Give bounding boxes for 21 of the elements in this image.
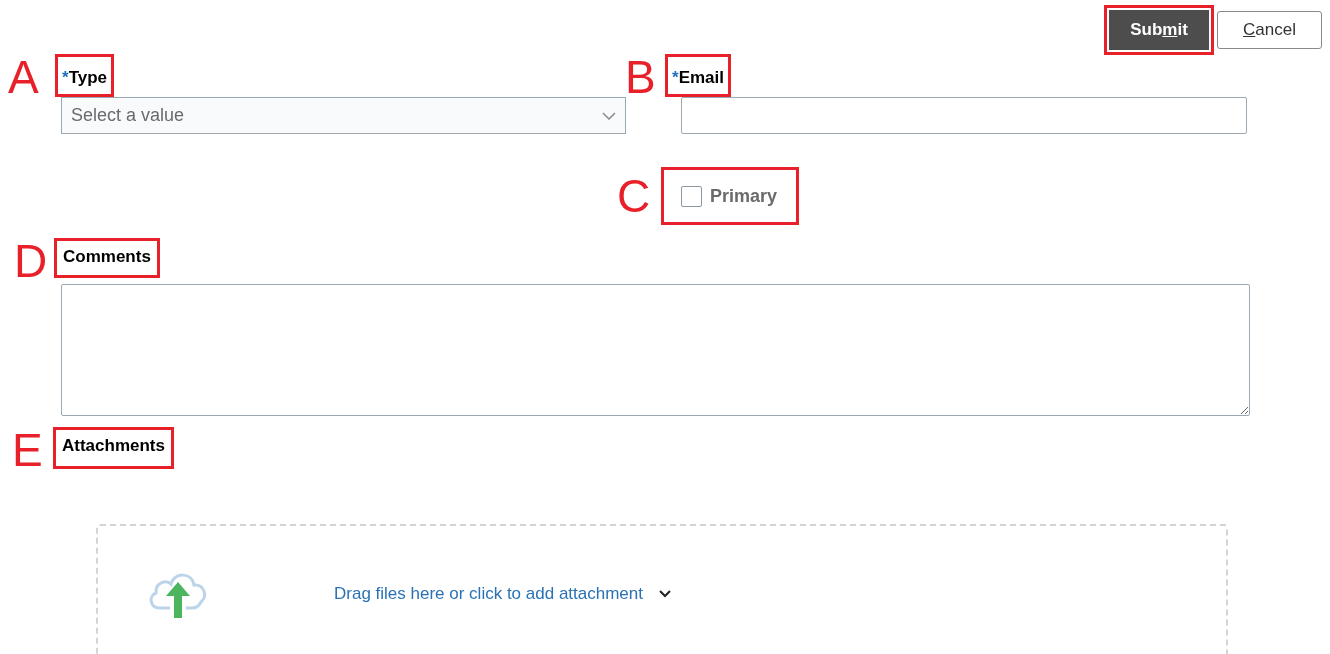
- checkbox[interactable]: [681, 185, 702, 207]
- annotation-letter: E: [12, 424, 43, 476]
- field-label: *Type: [62, 66, 108, 89]
- chevron-down-icon: [659, 590, 671, 598]
- submit-button[interactable]: Submit: [1109, 10, 1209, 50]
- select-field[interactable]: Select a value: [61, 97, 626, 134]
- annotation-letter: A: [8, 51, 39, 103]
- annotation-letter: C: [617, 170, 651, 222]
- checkbox-label: Primary: [710, 184, 778, 208]
- field-label: Comments: [63, 245, 151, 268]
- select-placeholder: Select a value: [71, 104, 185, 127]
- annotation-letter: B: [625, 51, 656, 103]
- field-label: *Email: [672, 66, 724, 89]
- comments-field[interactable]: [61, 284, 1250, 416]
- cancel-button[interactable]: Cancel: [1217, 11, 1322, 49]
- email-field[interactable]: [681, 97, 1247, 134]
- field-label: Attachments: [62, 434, 165, 457]
- annotation-letter: D: [14, 235, 48, 287]
- dropzone[interactable]: Drag files here or click to add attachment: [96, 524, 1228, 654]
- dropzone-link[interactable]: Drag files here or click to add attachment: [334, 581, 643, 607]
- chevron-down-icon: [602, 111, 616, 120]
